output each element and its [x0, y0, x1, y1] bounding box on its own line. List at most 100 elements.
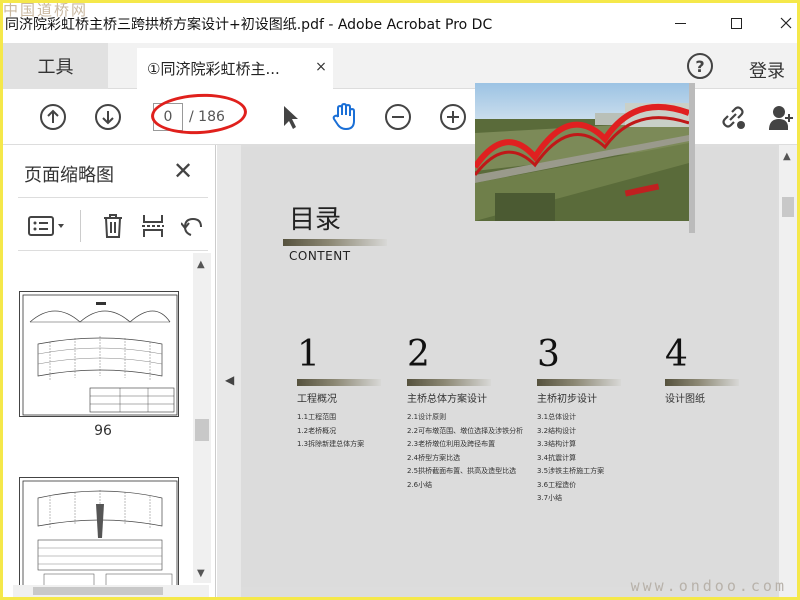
section-item: 2.2可布墩范围、墩位选择及涉铁分析 [407, 426, 524, 435]
scroll-up-icon[interactable]: ▲ [197, 259, 205, 270]
section-number: 1 [297, 334, 320, 375]
section-item: 2.5拱桥截面布置、拱高及造型比选 [407, 467, 517, 475]
toc-subtitle: CONTENT [289, 249, 351, 263]
list-options-icon [28, 216, 64, 236]
doc-scroll-up-icon[interactable]: ▲ [783, 151, 791, 162]
hand-tool-button[interactable] [329, 102, 359, 132]
tab-document-label: ①同济院彩虹桥主... [147, 60, 280, 78]
share-link-button[interactable] [718, 102, 748, 132]
link-icon [722, 106, 745, 129]
panel-collapse-strip[interactable]: ◀ [217, 145, 241, 597]
tab-close-icon[interactable]: × [313, 59, 329, 75]
thumbnail-page-97[interactable] [19, 477, 179, 597]
scrollbar-thumb[interactable] [195, 419, 209, 441]
toc-section-2: 2 主桥总体方案设计 2.1设计原则 2.2可布墩范围、墩位选择及涉铁分析 2.… [407, 337, 523, 492]
section-bar [537, 379, 621, 386]
minimize-icon [674, 22, 686, 24]
page-thumbnails-panel: 页面缩略图 ✕ 96 ▲ ▼ [3, 145, 216, 597]
section-item: 2.1设计原则 [407, 413, 447, 421]
section-item: 1.2老桥概况 [297, 426, 337, 435]
maximize-icon [730, 17, 742, 29]
arrow-down-circle-icon [95, 104, 121, 130]
bridge-render-photo [475, 83, 689, 221]
select-tool-button[interactable] [275, 102, 305, 132]
rotate-icon [181, 217, 202, 236]
tab-tools[interactable]: 工具 [3, 43, 108, 89]
section-items: 1.1工程范围 1.2老桥概况 1.3拆除新建总体方案 [297, 411, 381, 452]
document-scrollbar[interactable]: ▲ [779, 145, 797, 597]
rotate-page-button[interactable] [178, 212, 208, 240]
section-item: 1.3拆除新建总体方案 [297, 440, 365, 448]
close-icon [780, 17, 792, 29]
tab-document[interactable]: ①同济院彩虹桥主... × [137, 48, 333, 89]
login-button[interactable]: 登录 [749, 57, 785, 83]
watermark-top: 中国道桥网 [3, 3, 89, 19]
title-underline-bar [283, 239, 387, 246]
zoom-in-button[interactable] [438, 102, 468, 132]
maximize-button[interactable] [723, 11, 749, 35]
section-items: 3.1总体设计 3.2结构设计 3.3结构计算 3.4抗震计算 3.5涉铁主桥施… [537, 411, 621, 506]
section-item: 1.1工程范围 [297, 413, 337, 421]
thumbnail-hscrollbar[interactable] [13, 585, 209, 597]
delete-page-button[interactable] [98, 212, 128, 240]
prev-page-button[interactable] [38, 102, 68, 132]
section-item: 2.6小结 [407, 480, 433, 489]
section-item: 2.4桥型方案比选 [407, 453, 461, 462]
section-number: 3 [537, 334, 560, 375]
arrow-up-circle-icon [40, 104, 66, 130]
doc-scrollbar-thumb[interactable] [782, 197, 794, 217]
section-number: 4 [665, 334, 688, 375]
zoom-out-button[interactable] [383, 102, 413, 132]
section-items: 2.1设计原则 2.2可布墩范围、墩位选择及涉铁分析 2.3老桥墩位利用及跨径布… [407, 411, 523, 492]
options-menu-button[interactable] [26, 212, 70, 240]
title-bar: 同济院彩虹桥主桥三跨拱桥方案设计+初设图纸.pdf - Adobe Acroba… [3, 3, 797, 43]
section-title: 主桥初步设计 [537, 394, 597, 405]
close-window-button[interactable] [773, 11, 797, 35]
section-title: 主桥总体方案设计 [407, 394, 487, 405]
section-item: 2.3老桥墩位利用及跨径布置 [407, 440, 496, 448]
section-title: 工程概况 [297, 394, 337, 405]
hand-icon [332, 103, 355, 130]
toc-section-3: 3 主桥初步设计 3.1总体设计 3.2结构设计 3.3结构计算 3.4抗震计算… [537, 337, 621, 506]
section-item: 3.2结构设计 [537, 426, 577, 435]
minus-circle-icon [385, 104, 411, 130]
thumbnail-list: 96 [13, 253, 193, 597]
toc-section-1: 1 工程概况 1.1工程范围 1.2老桥概况 1.3拆除新建总体方案 [297, 337, 381, 452]
help-icon[interactable]: ? [687, 53, 713, 79]
section-bar [407, 379, 491, 386]
toc-section-4: 4 设计图纸 [665, 337, 739, 405]
thumbnail-toolbar [18, 197, 208, 251]
thumbnail-scrollbar[interactable]: ▲ ▼ [193, 253, 211, 583]
insert-page-icon [142, 215, 164, 237]
person-add-icon [769, 106, 793, 130]
red-annotation-ellipse [150, 91, 248, 137]
scroll-down-icon[interactable]: ▼ [197, 568, 205, 579]
toolbar-divider [80, 210, 81, 242]
thumbnail-label-96: 96 [94, 423, 112, 439]
section-item: 3.7小结 [537, 494, 563, 502]
trash-icon [104, 214, 122, 238]
add-user-button[interactable] [767, 102, 797, 132]
close-panel-icon[interactable]: ✕ [173, 157, 193, 185]
toc-title: 目录 [289, 205, 342, 235]
hscrollbar-thumb[interactable] [33, 587, 163, 595]
section-item: 3.5涉铁主桥施工方案 [537, 467, 605, 475]
minimize-button[interactable] [667, 11, 693, 35]
next-page-button[interactable] [93, 102, 123, 132]
section-bar [297, 379, 381, 386]
thumbnail-page-96[interactable] [19, 291, 179, 417]
section-item: 3.4抗震计算 [537, 453, 577, 462]
section-title: 设计图纸 [665, 394, 705, 405]
plus-circle-icon [440, 104, 466, 130]
section-item: 3.3结构计算 [537, 440, 577, 448]
pointer-icon [284, 106, 298, 129]
section-item: 3.1总体设计 [537, 413, 577, 421]
thumbnails-title: 页面缩略图 [24, 165, 114, 186]
watermark-bottom: www.ondoo.com [630, 577, 787, 595]
section-number: 2 [407, 334, 430, 375]
section-item: 3.6工程造价 [537, 480, 577, 489]
app-window: 中国道桥网 www.ondoo.com 同济院彩虹桥主桥三跨拱桥方案设计+初设图… [3, 3, 797, 597]
insert-page-button[interactable] [138, 212, 168, 240]
photo-scrollbar [689, 83, 695, 233]
collapse-left-icon[interactable]: ◀ [225, 373, 234, 387]
